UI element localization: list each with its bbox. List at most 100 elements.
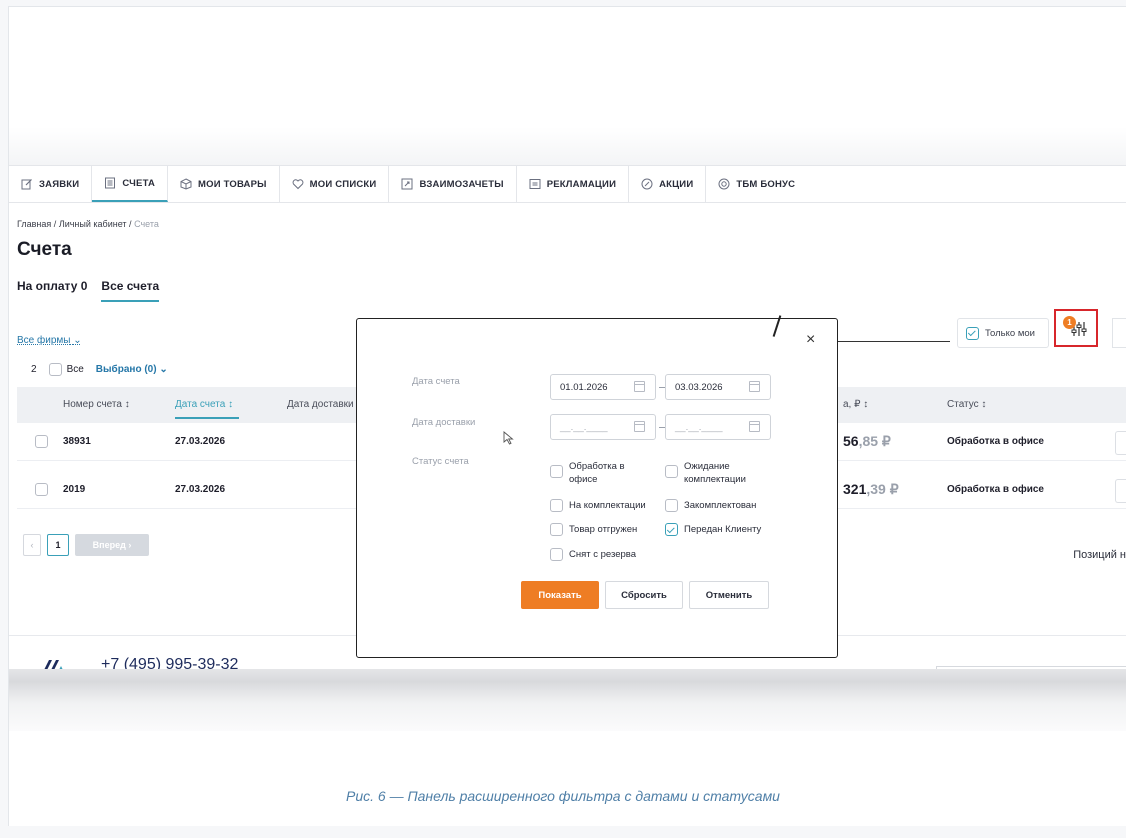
- status-checkbox[interactable]: [550, 523, 563, 536]
- column-status-label: Статус: [947, 399, 979, 410]
- only-mine-label: Только мои: [985, 327, 1035, 339]
- breadcrumb-separator: /: [53, 219, 57, 229]
- invoice-date-to-value: 03.03.2026: [675, 381, 723, 393]
- row-action-box[interactable]: [1115, 479, 1126, 503]
- status-option-label: Обработка в офисе: [569, 461, 625, 485]
- calendar-icon[interactable]: [634, 381, 645, 392]
- status-option-processing[interactable]: Обработка в офисе: [550, 460, 625, 486]
- select-all[interactable]: Все: [48, 363, 84, 376]
- cancel-button[interactable]: Отменить: [689, 581, 769, 609]
- positions-label: Позиций н: [1073, 549, 1126, 561]
- column-number[interactable]: Номер счета ↕: [63, 399, 130, 410]
- status-checkbox[interactable]: [550, 465, 563, 478]
- next-page-button[interactable]: Вперед ›: [75, 534, 149, 556]
- status-option-label: Передан Клиенту: [684, 524, 762, 535]
- delivery-date-label: Дата доставки: [412, 417, 476, 428]
- status-option-unreserved[interactable]: Снят с резерва: [550, 548, 636, 561]
- nav-label: МОИ СПИСКИ: [309, 178, 377, 190]
- calendar-icon[interactable]: [749, 381, 760, 392]
- status-option-waiting[interactable]: Ожидание комплектации: [665, 460, 746, 486]
- nav-item-my-goods[interactable]: МОИ ТОВАРЫ: [168, 166, 280, 202]
- selected-dropdown[interactable]: Выбрано (0) ⌄: [96, 364, 168, 375]
- row-sum: 56,85 ₽: [843, 433, 891, 450]
- edit-icon: [21, 178, 33, 190]
- column-status[interactable]: Статус ↕: [947, 399, 986, 410]
- firms-dropdown[interactable]: Все фирмы ⌄: [17, 335, 82, 346]
- close-icon[interactable]: ×: [806, 331, 815, 349]
- status-checkbox[interactable]: [665, 465, 678, 478]
- status-option-shipped[interactable]: Товар отгружен: [550, 523, 637, 536]
- column-date[interactable]: Дата счета ↕: [175, 399, 240, 419]
- document-icon: [104, 177, 116, 189]
- column-delivery[interactable]: Дата доставки: [287, 399, 354, 410]
- pagination: ‹ 1 Вперед ›: [23, 534, 149, 556]
- calendar-icon[interactable]: [634, 421, 645, 432]
- tab-all-invoices[interactable]: Все счета: [101, 279, 160, 302]
- status-option-delivered[interactable]: Передан Клиенту: [665, 523, 761, 536]
- status-checkbox[interactable]: [550, 499, 563, 512]
- only-mine-checkbox[interactable]: [966, 326, 979, 340]
- status-option-label: Снят с резерва: [569, 549, 637, 560]
- invoice-tabs: На оплату 0 Все счета: [17, 279, 160, 302]
- sort-icon: ↕: [981, 399, 987, 410]
- row-status: Обработка в офисе: [947, 436, 1044, 447]
- nav-item-offsets[interactable]: ВЗАИМОЗАЧЕТЫ: [389, 166, 517, 202]
- filter-button[interactable]: 1: [1054, 309, 1098, 347]
- row-number: 2019: [63, 484, 86, 495]
- delivery-date-to-value: __.__.____: [675, 421, 723, 433]
- status-option-completed[interactable]: Закомплектован: [665, 499, 756, 512]
- invoice-date-to[interactable]: 03.03.2026: [665, 374, 771, 400]
- prev-page-button[interactable]: ‹: [23, 534, 41, 556]
- sort-icon: ↕: [863, 399, 869, 410]
- nav-item-claims[interactable]: РЕКЛАМАЦИИ: [517, 166, 630, 202]
- breadcrumb-home[interactable]: Главная: [17, 219, 51, 229]
- row-sum: 321,39 ₽: [843, 481, 899, 498]
- delivery-date-from-value: __.__.____: [560, 421, 608, 433]
- tab-to-pay[interactable]: На оплату 0: [17, 279, 87, 302]
- status-checkbox[interactable]: [665, 499, 678, 512]
- nav-label: ЗАЯВКИ: [39, 178, 80, 190]
- mouse-cursor-icon: [503, 431, 514, 445]
- filter-modal: Дата счета 01.01.2026 03.03.2026 Дата до…: [356, 318, 838, 658]
- show-button[interactable]: Показать: [521, 581, 599, 609]
- delivery-date-from[interactable]: __.__.____: [550, 414, 656, 440]
- reset-button[interactable]: Сбросить: [605, 581, 683, 609]
- sort-icon: ↕: [228, 399, 234, 410]
- page-1-button[interactable]: 1: [47, 534, 69, 556]
- nav-label: ТБМ БОНУС: [736, 178, 796, 190]
- column-sum[interactable]: а, ₽ ↕: [843, 399, 868, 410]
- row-checkbox[interactable]: [35, 483, 48, 496]
- nav-item-invoices[interactable]: СЧЕТА: [92, 166, 169, 202]
- status-checkbox[interactable]: [550, 548, 563, 561]
- breadcrumb-cabinet[interactable]: Личный кабинет: [59, 219, 127, 229]
- status-option-label: Закомплектован: [684, 500, 757, 511]
- extra-control[interactable]: [1112, 318, 1126, 348]
- nav-item-my-lists[interactable]: МОИ СПИСКИ: [280, 166, 390, 202]
- status-option-picking[interactable]: На комплектации: [550, 499, 646, 512]
- invoice-date-label: Дата счета: [412, 376, 460, 387]
- heart-icon: [292, 178, 304, 190]
- row-number: 38931: [63, 436, 91, 447]
- chevron-down-icon: ⌄: [73, 335, 82, 346]
- nav-item-requests[interactable]: ЗАЯВКИ: [9, 166, 93, 202]
- row-action-box[interactable]: [1115, 431, 1126, 455]
- page-cut-shadow: [9, 669, 1126, 731]
- status-label: Статус счета: [412, 456, 469, 467]
- message-icon: [529, 178, 541, 190]
- nav-item-promotions[interactable]: АКЦИИ: [629, 166, 707, 202]
- delivery-date-to[interactable]: __.__.____: [665, 414, 771, 440]
- select-all-checkbox[interactable]: [48, 363, 62, 376]
- nav-label: РЕКЛАМАЦИИ: [546, 178, 617, 190]
- row-sum-int: 56: [843, 433, 859, 449]
- row-date: 27.03.2026: [175, 484, 226, 495]
- filter-count-badge: 1: [1063, 316, 1076, 329]
- status-checkbox[interactable]: [665, 523, 678, 536]
- nav-item-tbm-bonus[interactable]: ТБМ БОНУС: [706, 166, 807, 202]
- calendar-icon[interactable]: [749, 421, 760, 432]
- invoice-date-from[interactable]: 01.01.2026: [550, 374, 656, 400]
- row-checkbox[interactable]: [35, 435, 48, 448]
- chevron-down-icon: ⌄: [159, 364, 168, 375]
- selection-row: 2 Все Выбрано (0) ⌄: [31, 363, 168, 376]
- main-nav: ЗАЯВКИ СЧЕТА МОИ ТОВАРЫ МОИ СПИСКИ ВЗАИМ…: [9, 165, 1126, 203]
- only-mine-toggle[interactable]: Только мои: [957, 318, 1049, 348]
